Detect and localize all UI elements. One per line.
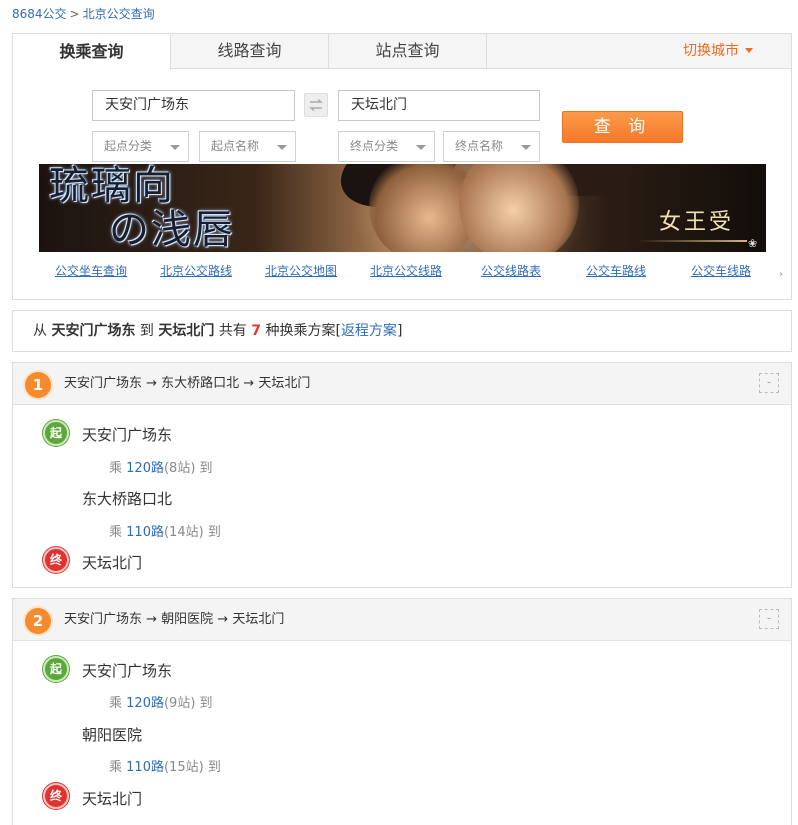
banner-title-line2: の浅唇	[109, 207, 235, 252]
collapse-toggle-icon[interactable]: -	[759, 609, 779, 629]
transfer-plan: 2 天安门广场东 → 朝阳医院 → 天坛北门 - 起 天安门广场东 乘 120路…	[12, 598, 792, 825]
dropdown-arrow-icon	[170, 145, 180, 150]
stop-count: (8站)	[163, 461, 196, 476]
arrive-label: 到	[199, 461, 213, 476]
quick-link[interactable]: 北京公交线路	[370, 262, 442, 279]
ride-instruction: 乘 120路(9站) 到	[109, 692, 213, 711]
plan-route-summary: 天安门广场东 → 东大桥路口北 → 天坛北门	[64, 376, 311, 391]
tab-line-query[interactable]: 线路查询	[171, 34, 329, 69]
start-badge-icon: 起	[43, 420, 69, 446]
plan-header[interactable]: 1 天安门广场东 → 东大桥路口北 → 天坛北门 -	[13, 363, 791, 405]
swap-direction-button[interactable]	[304, 93, 328, 117]
tab-transfer-query[interactable]: 换乘查询	[13, 34, 171, 70]
ride-label: 乘	[109, 760, 123, 775]
start-category-label: 起点分类	[104, 139, 153, 153]
dropdown-arrow-icon	[416, 145, 426, 150]
arrive-label: 到	[199, 696, 213, 711]
banner-figure-face	[459, 164, 579, 252]
start-stop-name: 天安门广场东	[82, 426, 173, 444]
start-category-select[interactable]: 起点分类	[92, 131, 189, 162]
end-stop-name: 天坛北门	[82, 554, 143, 572]
banner-title-line1: 琉璃向	[49, 164, 175, 209]
bracket-close: ]	[396, 323, 403, 339]
banner-title: 琉璃向 の浅唇	[49, 164, 235, 252]
plan-count: 7	[251, 323, 262, 339]
dropdown-arrow-icon	[277, 145, 287, 150]
summary-to-station: 天坛北门	[158, 323, 215, 339]
quick-link[interactable]: 公交车线路	[691, 262, 751, 279]
search-panel: 换乘查询 线路查询 站点查询 切换城市 天安门广场东 天坛北门 起点分类 起点名…	[12, 33, 792, 300]
quick-link[interactable]: 公交车路线	[586, 262, 646, 279]
plan-header[interactable]: 2 天安门广场东 → 朝阳医院 → 天坛北门 -	[13, 599, 791, 641]
ride-instruction: 乘 120路(8站) 到	[109, 457, 213, 476]
breadcrumb: 8684公交 > 北京公交查询	[12, 5, 155, 22]
scroll-arrow-icon[interactable]: ›	[779, 269, 785, 281]
stop-count: (14站)	[163, 525, 204, 540]
summary-from-prefix: 从	[33, 323, 47, 339]
tab-bar: 换乘查询 线路查询 站点查询 切换城市	[13, 34, 791, 70]
ride-label: 乘	[109, 696, 123, 711]
transfer-stop-name: 朝阳医院	[82, 726, 143, 744]
quick-links: 公交坐车查询 北京公交路线 北京公交地图 北京公交线路 公交线路表 公交车路线 …	[39, 262, 779, 280]
banner-divider	[637, 240, 747, 242]
start-stop-name: 天安门广场东	[82, 662, 173, 680]
bus-line-link[interactable]: 120路	[126, 696, 164, 711]
transfer-plan: 1 天安门广场东 → 东大桥路口北 → 天坛北门 - 起 天安门广场东 乘 12…	[12, 362, 792, 588]
summary-total-prefix: 共有	[218, 323, 247, 339]
switch-city-label: 切换城市	[683, 43, 739, 59]
result-summary: 从 天安门广场东 到 天坛北门 共有 7 种换乘方案[返程方案]	[12, 310, 792, 352]
end-badge-icon: 终	[43, 547, 69, 573]
summary-from-station: 天安门广场东	[51, 323, 136, 339]
return-plan-link[interactable]: 返程方案	[341, 323, 397, 339]
stop-count: (9站)	[163, 696, 196, 711]
summary-total-suffix: 种换乘方案	[265, 323, 336, 339]
end-badge-icon: 终	[43, 783, 69, 809]
to-station-input[interactable]: 天坛北门	[338, 90, 540, 121]
collapse-toggle-icon[interactable]: -	[759, 373, 779, 393]
from-station-input[interactable]: 天安门广场东	[92, 90, 295, 121]
end-name-select[interactable]: 终点名称	[443, 131, 540, 162]
plan-number-badge: 2	[25, 608, 51, 634]
query-button[interactable]: 查 询	[562, 111, 683, 143]
breadcrumb-home-link[interactable]: 8684公交	[12, 7, 67, 21]
switch-city-button[interactable]: 切换城市	[683, 34, 753, 68]
breadcrumb-current-link[interactable]: 北京公交查询	[83, 7, 155, 21]
swap-arrows-icon	[309, 99, 323, 111]
ride-instruction: 乘 110路(15站) 到	[109, 756, 221, 775]
ride-label: 乘	[109, 461, 123, 476]
banner-subtitle: 女王受	[659, 210, 735, 235]
end-stop-name: 天坛北门	[82, 790, 143, 808]
transfer-stop-name: 东大桥路口北	[82, 490, 173, 508]
start-name-select[interactable]: 起点名称	[199, 131, 296, 162]
quick-link[interactable]: 公交坐车查询	[55, 262, 127, 279]
quick-link[interactable]: 北京公交路线	[160, 262, 232, 279]
dropdown-arrow-icon	[521, 145, 531, 150]
tab-stop-query[interactable]: 站点查询	[329, 34, 487, 69]
end-category-select[interactable]: 终点分类	[338, 131, 435, 162]
breadcrumb-separator: >	[69, 7, 80, 21]
bus-line-link[interactable]: 110路	[126, 525, 164, 540]
ride-instruction: 乘 110路(14站) 到	[109, 521, 221, 540]
stop-count: (15站)	[163, 760, 204, 775]
ride-label: 乘	[109, 525, 123, 540]
start-badge-icon: 起	[43, 656, 69, 682]
bus-line-link[interactable]: 120路	[126, 461, 164, 476]
plan-number-badge: 1	[25, 372, 51, 398]
start-name-label: 起点名称	[211, 139, 260, 153]
end-category-label: 终点分类	[350, 139, 399, 153]
bus-line-link[interactable]: 110路	[126, 760, 164, 775]
ad-banner[interactable]: 琉璃向 の浅唇 女王受 ❀	[39, 164, 766, 252]
plan-route-summary: 天安门广场东 → 朝阳医院 → 天坛北门	[64, 612, 285, 627]
end-name-label: 终点名称	[455, 139, 504, 153]
quick-link[interactable]: 北京公交地图	[265, 262, 337, 279]
quick-link[interactable]: 公交线路表	[481, 262, 541, 279]
paw-icon: ❀	[748, 237, 758, 250]
summary-to-prefix: 到	[139, 323, 154, 339]
arrive-label: 到	[207, 525, 221, 540]
arrive-label: 到	[207, 760, 221, 775]
chevron-down-icon	[745, 48, 753, 53]
